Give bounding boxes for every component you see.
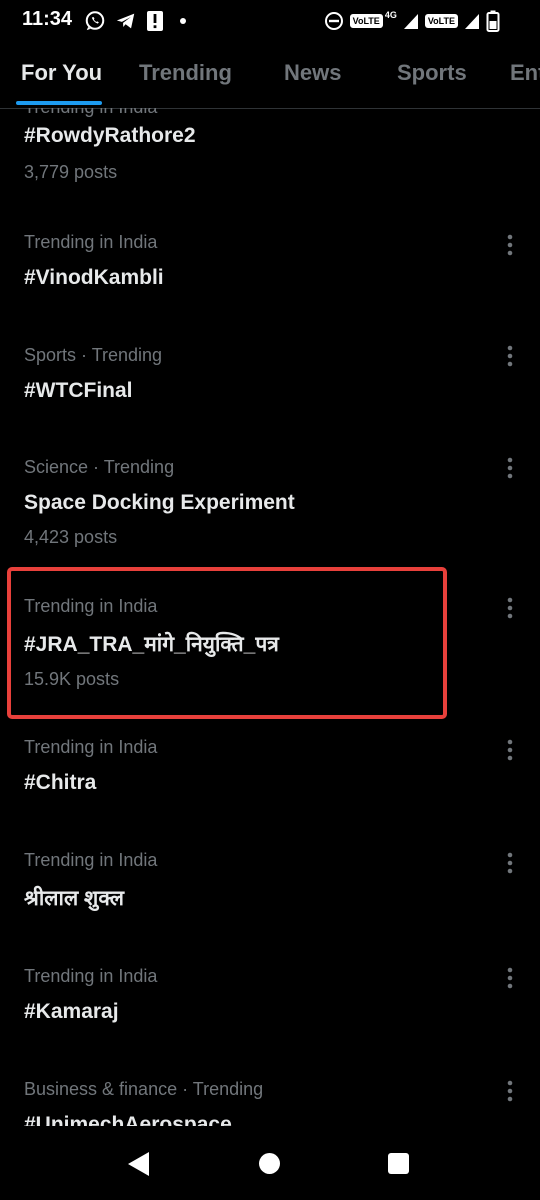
trend-item[interactable]: Sports · Trending #WTCFinal bbox=[0, 333, 540, 433]
trend-context: Trending in India bbox=[24, 966, 158, 986]
status-time: 11:34 bbox=[22, 8, 73, 30]
trend-item[interactable]: Trending in India #RowdyRathore2 3,779 p… bbox=[0, 108, 540, 188]
more-options-icon[interactable] bbox=[500, 233, 520, 257]
whatsapp-icon bbox=[85, 11, 105, 31]
volte-badge-1: VoLTE bbox=[349, 14, 383, 28]
trend-item[interactable]: Trending in India #Kamaraj bbox=[0, 954, 540, 1054]
more-options-icon[interactable] bbox=[500, 596, 520, 620]
trend-context: Science · Trending bbox=[24, 457, 175, 477]
system-status-icons: VoLTE 4G VoLTE bbox=[324, 9, 500, 33]
home-circle-icon[interactable] bbox=[259, 1153, 280, 1174]
trend-name: #UnimechAerospace bbox=[24, 1113, 232, 1126]
more-notifications-dot-icon bbox=[180, 18, 186, 24]
tab-trending[interactable]: Trending bbox=[139, 60, 232, 86]
trend-name: #RowdyRathore2 bbox=[24, 124, 196, 147]
trend-post-count: 4,423 posts bbox=[24, 527, 118, 547]
trend-item[interactable]: Trending in India श्रीलाल शुक्ल bbox=[0, 838, 540, 943]
trends-feed[interactable]: Trending in India #RowdyRathore2 3,779 p… bbox=[0, 108, 540, 1126]
trend-item-highlighted[interactable]: Trending in India #JRA_TRA_मांगे_नियुक्त… bbox=[0, 584, 540, 709]
trend-item[interactable]: Trending in India #Chitra bbox=[0, 725, 540, 825]
trend-context: Trending in India bbox=[24, 232, 158, 252]
trend-post-count: 3,779 posts bbox=[24, 162, 118, 182]
tab-entertainment[interactable]: Ent bbox=[510, 60, 540, 86]
trend-post-count: 15.9K posts bbox=[24, 669, 120, 689]
trend-name: #VinodKambli bbox=[24, 266, 164, 289]
active-tab-indicator bbox=[16, 101, 102, 105]
trend-name: #Chitra bbox=[24, 771, 97, 794]
trend-context: Trending in India bbox=[24, 108, 157, 118]
trend-name: श्रीलाल शुक्ल bbox=[24, 887, 125, 910]
trend-name: #JRA_TRA_मांगे_नियुक्ति_पत्र bbox=[24, 633, 279, 656]
tab-sports[interactable]: Sports bbox=[397, 60, 467, 86]
signal-icon-1 bbox=[403, 14, 418, 29]
more-options-icon[interactable] bbox=[500, 966, 520, 990]
trend-item[interactable]: Science · Trending Space Docking Experim… bbox=[0, 445, 540, 565]
explore-tab-bar: For You Trending News Sports Ent bbox=[0, 50, 540, 109]
trend-context: Trending in India bbox=[24, 596, 158, 616]
tab-for-you[interactable]: For You bbox=[21, 60, 102, 86]
telegram-icon bbox=[116, 13, 135, 29]
trend-name: #WTCFinal bbox=[24, 379, 133, 402]
alert-icon bbox=[147, 11, 163, 31]
network-type-label: 4G bbox=[384, 10, 397, 20]
trend-item[interactable]: Trending in India #VinodKambli bbox=[0, 220, 540, 320]
signal-icon-2 bbox=[465, 14, 479, 29]
trend-name: Space Docking Experiment bbox=[24, 491, 295, 514]
recents-square-icon[interactable] bbox=[388, 1153, 409, 1174]
trend-context: Trending in India bbox=[24, 850, 158, 870]
trend-context: Trending in India bbox=[24, 737, 158, 757]
volte-badge-2: VoLTE bbox=[424, 14, 458, 28]
trend-name: #Kamaraj bbox=[24, 1000, 119, 1023]
more-options-icon[interactable] bbox=[500, 738, 520, 762]
status-bar: 11:34 VoLTE 4G VoLTE bbox=[0, 0, 540, 42]
tab-news[interactable]: News bbox=[284, 60, 341, 86]
trend-item[interactable]: Business & finance · Trending #UnimechAe… bbox=[0, 1067, 540, 1126]
do-not-disturb-icon bbox=[324, 12, 343, 30]
more-options-icon[interactable] bbox=[500, 456, 520, 480]
notification-icons bbox=[84, 9, 193, 33]
battery-icon bbox=[486, 10, 500, 32]
more-options-icon[interactable] bbox=[500, 1079, 520, 1103]
trend-context: Sports · Trending bbox=[24, 345, 163, 365]
more-options-icon[interactable] bbox=[500, 344, 520, 368]
back-triangle-icon[interactable] bbox=[128, 1152, 149, 1176]
trend-context: Business & finance · Trending bbox=[24, 1079, 264, 1099]
more-options-icon[interactable] bbox=[500, 851, 520, 875]
system-navigation-bar bbox=[0, 1126, 540, 1200]
